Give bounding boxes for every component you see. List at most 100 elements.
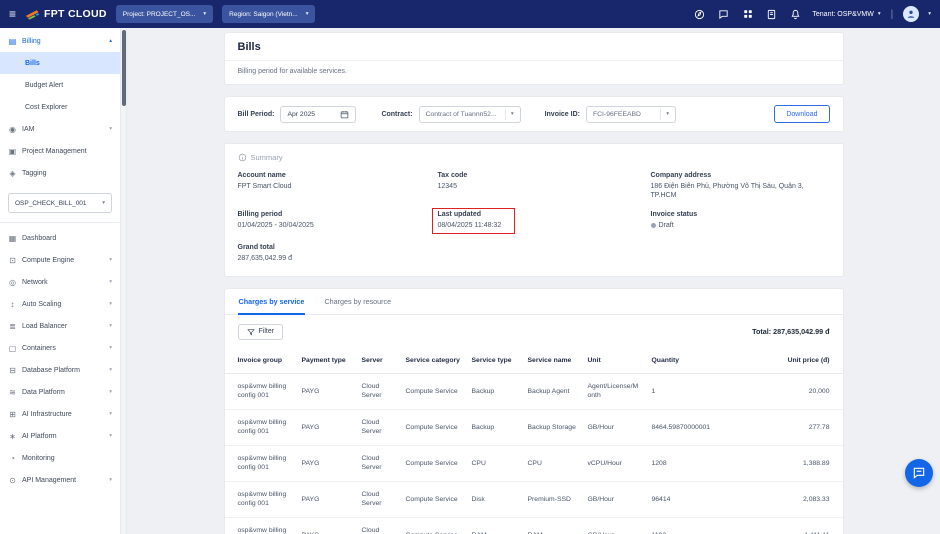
- table-row: osp&vmw billing config 001PAYGCloud Serv…: [224, 445, 843, 482]
- cell-service-name: Premium-SSD: [522, 481, 583, 518]
- sidebar-item-database-platform[interactable]: ⊟ Database Platform ▾: [0, 359, 120, 381]
- sidebar-item-monitoring[interactable]: ◔ Monitoring: [0, 447, 120, 469]
- sidebar-item-data-platform[interactable]: ≋ Data Platform ▾: [0, 381, 120, 403]
- cell-unit: vCPU/Hour: [582, 445, 647, 482]
- chevron-down-icon: ▾: [666, 111, 669, 117]
- sidebar-item-compute-engine[interactable]: ⊡ Compute Engine ▾: [0, 249, 120, 271]
- sidebar-item-project-management[interactable]: ▣ Project Management: [0, 140, 120, 162]
- sidebar-item-cost-explorer[interactable]: Cost Explorer: [0, 96, 120, 118]
- cell-invoice-group: osp&vmw billing config 001: [224, 517, 297, 534]
- cell-service-category: Compute Service: [400, 409, 467, 446]
- sidebar-item-label: IAM: [22, 125, 35, 133]
- apps-icon[interactable]: [740, 7, 755, 22]
- sidebar-item-budget-alert[interactable]: Budget Alert: [0, 74, 120, 96]
- sidebar-item-label: AI Infrastructure: [22, 410, 72, 418]
- cell-server: Cloud Server: [356, 409, 401, 446]
- scrollbar-thumb[interactable]: [122, 30, 126, 106]
- cell-invoice-group: osp&vmw billing config 001: [224, 445, 297, 482]
- cell-unit-price: 1,111.11: [724, 517, 843, 534]
- top-navbar: ≡ FPT CLOUD Project: PROJECT_OS... ▾ Reg…: [0, 0, 940, 28]
- cell-invoice-group: osp&vmw billing config 001: [224, 481, 297, 518]
- invoice-id-value: FCI-96FEEABD: [592, 110, 641, 118]
- sidebar-item-tagging[interactable]: ◈ Tagging: [0, 162, 120, 184]
- col-unit: Unit: [582, 347, 647, 374]
- chevron-down-icon: ▾: [109, 411, 112, 417]
- sidebar-item-ai-infrastructure[interactable]: ⊞ AI Infrastructure ▾: [0, 403, 120, 425]
- sidebar-item-network[interactable]: ◎ Network ▾: [0, 271, 120, 293]
- docs-icon[interactable]: [764, 7, 779, 22]
- col-server: Server: [356, 347, 401, 374]
- header-divider: [224, 60, 843, 61]
- chevron-down-icon: ▾: [877, 11, 881, 17]
- vertical-scrollbar[interactable]: [121, 28, 127, 534]
- sidebar-item-label: Cost Explorer: [25, 103, 68, 111]
- table-row: osp&vmw billing config 001PAYGCloud Serv…: [224, 481, 843, 518]
- dashboard-icon: ▦: [8, 233, 17, 243]
- summary-header-label: Summary: [250, 153, 283, 162]
- calendar-icon: [341, 110, 349, 118]
- sidebar-item-containers[interactable]: ▢ Containers ▾: [0, 337, 120, 359]
- tab-charges-by-service[interactable]: Charges by service: [237, 289, 306, 315]
- project-selector[interactable]: Project: PROJECT_OS... ▾: [115, 5, 214, 23]
- chevron-up-icon: ▴: [109, 38, 112, 44]
- cell-quantity: 1208: [646, 445, 725, 482]
- cell-invoice-group: osp&vmw billing config 001: [224, 409, 297, 446]
- cell-payment-type: PAYG: [296, 373, 357, 410]
- summary-field-company-address: Company address 186 Điện Biên Phủ, Phườn…: [650, 172, 804, 200]
- chevron-down-icon: ▾: [109, 389, 112, 395]
- user-icon: [907, 10, 915, 18]
- summary-header: Summary: [238, 153, 830, 162]
- sidebar-item-label: Tagging: [22, 169, 47, 177]
- sidebar-item-label: Auto Scaling: [22, 300, 62, 308]
- chevron-down-icon: ▾: [109, 257, 112, 263]
- sidebar-item-bills[interactable]: Bills: [0, 52, 120, 74]
- cell-service-category: Compute Service: [400, 373, 467, 410]
- summary-card: Summary Account name FPT Smart Cloud Tax…: [223, 143, 844, 277]
- chevron-down-icon: ▾: [928, 11, 931, 17]
- cell-service-category: Compute Service: [400, 445, 467, 482]
- sidebar-item-load-balancer[interactable]: ≣ Load Balancer ▾: [0, 315, 120, 337]
- sidebar-item-dashboard[interactable]: ▦ Dashboard: [0, 227, 120, 249]
- filter-button[interactable]: Filter: [237, 323, 284, 340]
- billing-config-select[interactable]: OSP_CHECK_BILL_001 ▾: [8, 193, 112, 213]
- tab-charges-by-resource[interactable]: Charges by resource: [323, 289, 392, 314]
- download-button[interactable]: Download: [774, 105, 830, 123]
- billing-config-select-value: OSP_CHECK_BILL_001: [15, 199, 87, 207]
- tenant-selector[interactable]: Tenant: OSP&VMW ▾: [812, 11, 880, 18]
- bell-icon[interactable]: [788, 7, 803, 22]
- table-row: osp&vmw billing config 001PAYGCloud Serv…: [224, 517, 843, 534]
- cell-payment-type: PAYG: [296, 409, 357, 446]
- cell-service-type: Disk: [466, 481, 523, 518]
- cell-quantity: 1192: [646, 517, 725, 534]
- support-fab[interactable]: [905, 459, 933, 487]
- bill-period-input[interactable]: Apr 2025: [280, 105, 357, 123]
- cell-server: Cloud Server: [356, 373, 401, 410]
- sidebar-item-label: Budget Alert: [25, 81, 64, 89]
- chat-icon[interactable]: [716, 7, 731, 22]
- menu-icon[interactable]: ≡: [9, 8, 16, 20]
- page-header-card: Bills Billing period for available servi…: [223, 32, 844, 85]
- select-caret-area: ▾: [499, 108, 514, 120]
- sidebar-item-auto-scaling[interactable]: ↕ Auto Scaling ▾: [0, 293, 120, 315]
- sidebar-item-billing[interactable]: ▤ Billing ▴: [0, 30, 120, 52]
- chevron-down-icon: ▾: [109, 279, 112, 285]
- network-icon: ◎: [9, 277, 16, 287]
- containers-icon: ▢: [8, 343, 17, 353]
- sidebar-item-label: Load Balancer: [22, 322, 68, 330]
- cell-service-name: Backup Storage: [522, 409, 583, 446]
- explore-icon[interactable]: [692, 7, 707, 22]
- sidebar-item-ai-platform[interactable]: ∗ AI Platform ▾: [0, 425, 120, 447]
- sidebar-menu-top: ▤ Billing ▴ Bills Budget Alert Cost Explorer ◉…: [0, 30, 120, 184]
- contract-select[interactable]: Contract of Tuannn52... ▾: [418, 105, 521, 123]
- sidebar-item-api-management[interactable]: ⊙ API Management ▾: [0, 469, 120, 491]
- cell-service-name: RAM: [522, 517, 583, 534]
- chevron-down-icon: ▾: [109, 323, 112, 329]
- invoice-id-select[interactable]: FCI-96FEEABD ▾: [585, 105, 676, 123]
- avatar[interactable]: [903, 6, 920, 22]
- chevron-down-icon: ▾: [109, 126, 112, 132]
- sidebar-item-iam[interactable]: ◉ IAM ▾: [0, 118, 120, 140]
- charges-table: Invoice group Payment type Server Service c…: [224, 347, 843, 534]
- table-header-row: Invoice group Payment type Server Service c…: [224, 347, 843, 374]
- region-selector[interactable]: Region: Saigon (Vietn... ▾: [222, 5, 316, 23]
- cell-unit: GB/Hour: [582, 481, 647, 518]
